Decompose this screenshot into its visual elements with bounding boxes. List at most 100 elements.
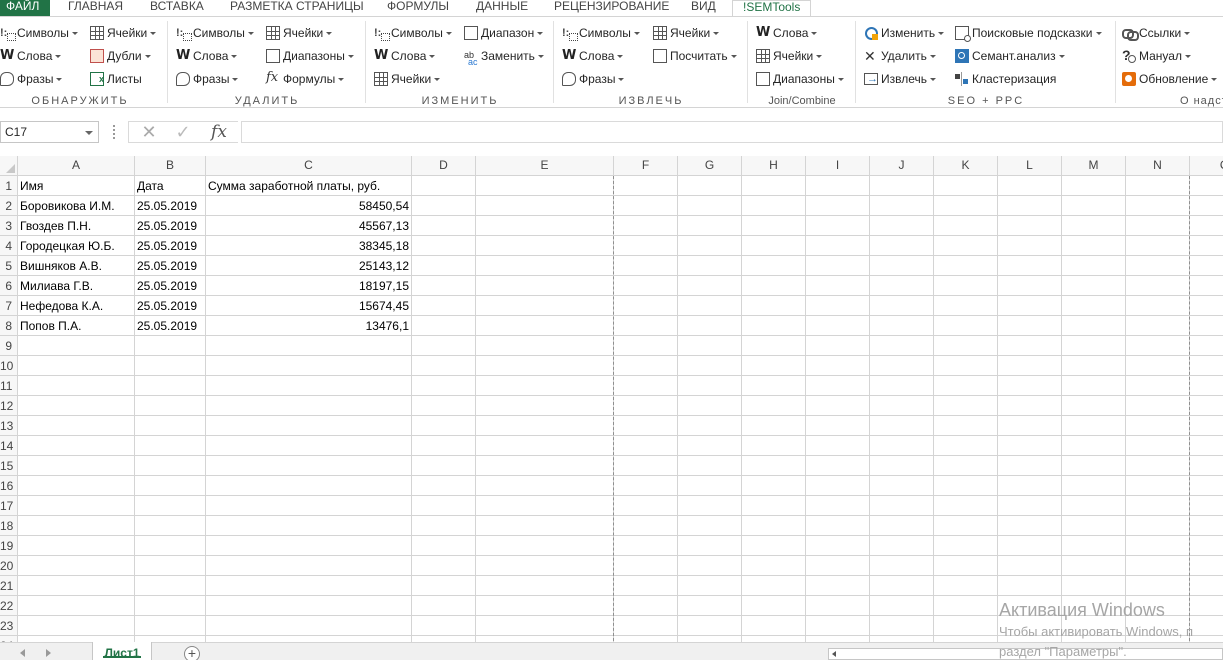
change-symbols-button[interactable]: Символы	[374, 23, 452, 43]
join-cells-button[interactable]: Ячейки	[756, 46, 823, 66]
detect-cells-button[interactable]: Ячейки	[90, 23, 157, 43]
seo-change-button[interactable]: Изменить	[864, 23, 945, 43]
select-all-corner[interactable]	[0, 156, 18, 176]
formula-bar-grip[interactable]	[113, 125, 115, 139]
semantic-analysis-button[interactable]: Семант.анализ	[955, 46, 1065, 66]
column-header[interactable]: C	[206, 156, 412, 176]
row-header[interactable]: 22	[0, 596, 18, 616]
row-header[interactable]: 17	[0, 496, 18, 516]
row-header[interactable]: 21	[0, 576, 18, 596]
row-header[interactable]: 6	[0, 276, 18, 296]
seo-extract-button[interactable]: Извлечь	[864, 69, 937, 89]
row-header[interactable]: 18	[0, 516, 18, 536]
table-cell[interactable]: 25.05.2019	[135, 196, 205, 216]
row-header[interactable]: 5	[0, 256, 18, 276]
detect-symbols-button[interactable]: Символы	[0, 23, 78, 43]
delete-phrases-button[interactable]: Фразы	[176, 69, 239, 89]
row-header[interactable]: 11	[0, 376, 18, 396]
change-replace-button[interactable]: Заменить	[464, 45, 544, 72]
detect-phrases-button[interactable]: Фразы	[0, 69, 63, 89]
tab-home[interactable]: ГЛАВНАЯ	[68, 0, 123, 16]
delete-formulas-button[interactable]: Формулы	[266, 68, 345, 89]
seo-delete-button[interactable]: Удалить	[864, 46, 936, 66]
delete-ranges-button[interactable]: Диапазоны	[266, 46, 354, 66]
row-header[interactable]: 9	[0, 336, 18, 356]
row-header[interactable]: 20	[0, 556, 18, 576]
table-cell[interactable]: Попов П.А.	[18, 316, 134, 336]
sheet-prev-icon[interactable]	[20, 649, 25, 657]
row-header[interactable]: 19	[0, 536, 18, 556]
column-header[interactable]: M	[1062, 156, 1126, 176]
row-header[interactable]: 13	[0, 416, 18, 436]
delete-words-button[interactable]: Слова	[176, 46, 238, 66]
spreadsheet-grid[interactable]: ABCDEFGHIJKLMNO1234567891011121314151617…	[0, 156, 1223, 642]
column-header[interactable]: E	[476, 156, 614, 176]
table-cell[interactable]: 25.05.2019	[135, 276, 205, 296]
confirm-icon[interactable]: ✓	[167, 122, 199, 144]
row-header[interactable]: 15	[0, 456, 18, 476]
table-cell[interactable]: Вишняков А.В.	[18, 256, 134, 276]
row-header[interactable]: 1	[0, 176, 18, 196]
name-box[interactable]: C17	[0, 121, 99, 143]
table-cell[interactable]: 15674,45	[206, 296, 411, 316]
insert-function-icon[interactable]: fx	[203, 122, 235, 144]
table-cell[interactable]: 25.05.2019	[135, 256, 205, 276]
change-range-button[interactable]: Диапазон	[464, 23, 544, 43]
join-ranges-button[interactable]: Диапазоны	[756, 69, 844, 89]
tab-data[interactable]: ДАННЫЕ	[476, 0, 528, 16]
detect-words-button[interactable]: Слова	[0, 46, 62, 66]
column-header[interactable]: J	[870, 156, 934, 176]
column-header[interactable]: L	[998, 156, 1062, 176]
extract-count-button[interactable]: Посчитать	[653, 46, 737, 66]
sheet-tab-active[interactable]: Лист1	[92, 642, 152, 660]
column-header[interactable]: F	[614, 156, 678, 176]
table-cell[interactable]: 25.05.2019	[135, 216, 205, 236]
manual-button[interactable]: Мануал	[1122, 45, 1191, 66]
row-header[interactable]: 23	[0, 616, 18, 636]
delete-cells-button[interactable]: Ячейки	[266, 23, 333, 43]
table-cell[interactable]: 25.05.2019	[135, 236, 205, 256]
table-cell[interactable]: 58450,54	[206, 196, 411, 216]
column-header[interactable]: G	[678, 156, 742, 176]
extract-phrases-button[interactable]: Фразы	[562, 69, 625, 89]
update-button[interactable]: Обновление	[1122, 69, 1218, 89]
table-cell[interactable]: 25.05.2019	[135, 316, 205, 336]
tab-view[interactable]: ВИД	[691, 0, 716, 16]
row-header[interactable]: 16	[0, 476, 18, 496]
extract-words-button[interactable]: Слова	[562, 46, 624, 66]
extract-symbols-button[interactable]: Символы	[562, 23, 640, 43]
row-header[interactable]: 14	[0, 436, 18, 456]
row-header[interactable]: 2	[0, 196, 18, 216]
column-header[interactable]: A	[18, 156, 135, 176]
detect-duplicates-button[interactable]: Дубли	[90, 46, 151, 66]
change-words-button[interactable]: Слова	[374, 46, 436, 66]
table-cell[interactable]: 25.05.2019	[135, 296, 205, 316]
change-cells-button[interactable]: Ячейки	[374, 69, 441, 89]
row-header[interactable]: 7	[0, 296, 18, 316]
table-cell[interactable]: Нефедова К.А.	[18, 296, 134, 316]
table-cell[interactable]: 25143,12	[206, 256, 411, 276]
formula-input[interactable]	[241, 121, 1223, 143]
row-header[interactable]: 3	[0, 216, 18, 236]
tab-insert[interactable]: ВСТАВКА	[150, 0, 204, 16]
column-header[interactable]: B	[135, 156, 206, 176]
clustering-button[interactable]: Кластеризация	[955, 69, 1056, 89]
column-header[interactable]: D	[412, 156, 476, 176]
table-cell[interactable]: Гвоздев П.Н.	[18, 216, 134, 236]
table-cell[interactable]: Боровикова И.М.	[18, 196, 134, 216]
column-header[interactable]: N	[1126, 156, 1190, 176]
cancel-icon[interactable]: ✕	[133, 122, 165, 144]
tab-review[interactable]: РЕЦЕНЗИРОВАНИЕ	[554, 0, 669, 16]
chevron-down-icon[interactable]	[85, 131, 93, 135]
table-cell[interactable]: Городецкая Ю.Б.	[18, 236, 134, 256]
extract-cells-button[interactable]: Ячейки	[653, 23, 720, 43]
detect-sheets-button[interactable]: Листы	[90, 69, 142, 89]
table-cell[interactable]: Имя	[18, 176, 134, 196]
add-sheet-icon[interactable]: +	[184, 646, 200, 660]
table-cell[interactable]: 13476,1	[206, 316, 411, 336]
column-header[interactable]: I	[806, 156, 870, 176]
table-cell[interactable]: 45567,13	[206, 216, 411, 236]
tab-file[interactable]: ФАЙЛ	[0, 0, 50, 16]
table-cell[interactable]: 18197,15	[206, 276, 411, 296]
row-header[interactable]: 4	[0, 236, 18, 256]
